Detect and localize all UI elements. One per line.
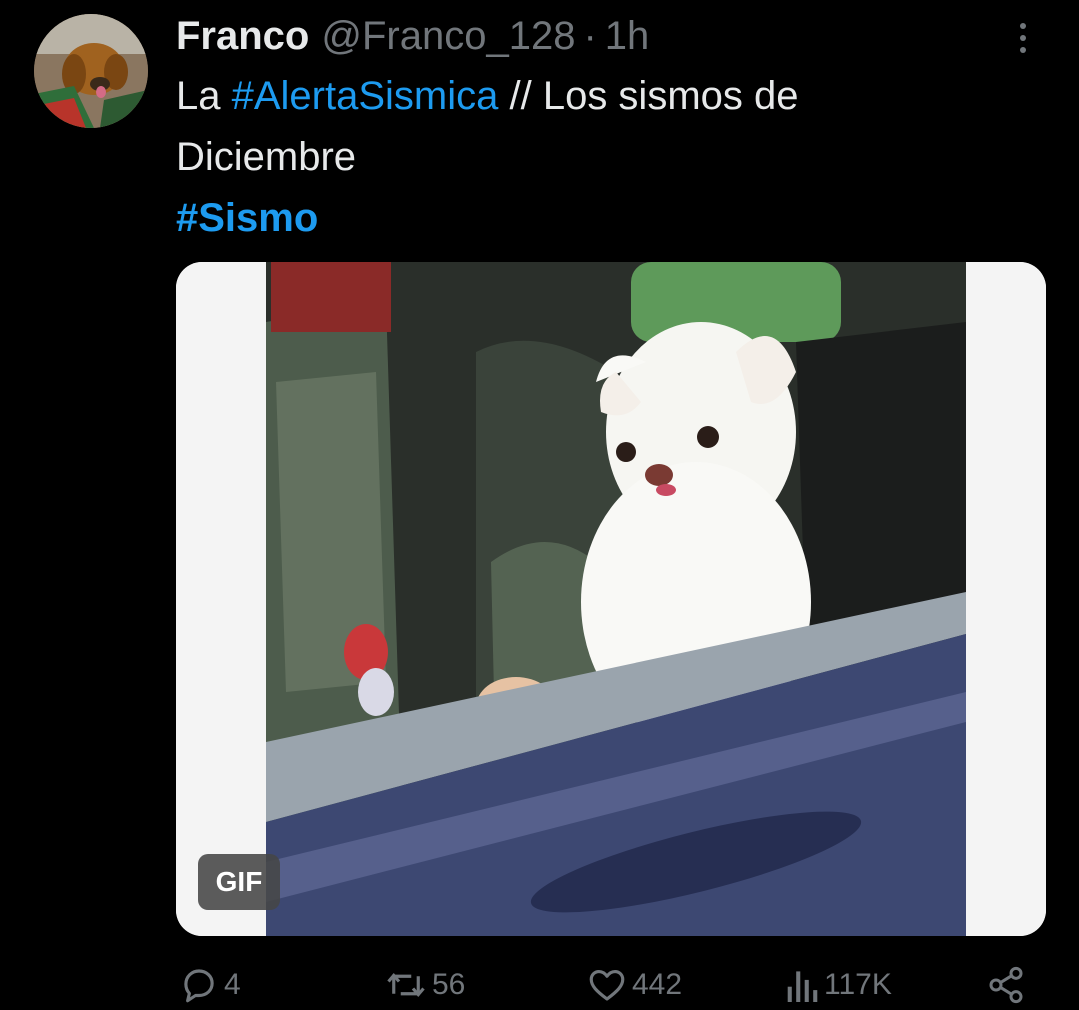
more-vertical-icon[interactable] (1010, 16, 1036, 60)
gif-badge: GIF (198, 854, 280, 910)
text-middle: // Los sismos de (498, 74, 799, 118)
hashtag-link[interactable]: #AlertaSismica (232, 74, 499, 118)
views-count: 117K (824, 968, 892, 1001)
share-button[interactable] (986, 960, 1026, 1010)
tweet-action-bar: 4 56 442 117K (0, 960, 1079, 1010)
tweet-text: La #AlertaSismica // Los sismos de Dicie… (176, 66, 1036, 249)
views-button[interactable]: 117K (786, 960, 892, 1010)
author-name[interactable]: Franco (176, 14, 309, 59)
author-handle[interactable]: @Franco_128 (321, 14, 575, 59)
header-separator: · (583, 13, 597, 58)
text-prefix: La (176, 74, 232, 118)
tweet-text-line-2: Diciembre (176, 135, 357, 179)
avatar-image (34, 14, 148, 128)
hashtag-link[interactable]: #Sismo (176, 196, 318, 240)
share-icon (989, 966, 1023, 1004)
reply-icon (184, 969, 214, 1003)
heart-icon (589, 969, 625, 1001)
tweet-timestamp[interactable]: 1h (605, 14, 650, 59)
like-button[interactable]: 442 (586, 960, 682, 1010)
reply-button[interactable]: 4 (178, 960, 241, 1010)
gif-frame-image (176, 262, 1046, 936)
tweet-header: Franco @Franco_128 · 1h (176, 10, 649, 62)
retweet-count: 56 (432, 968, 466, 1001)
tweet-media-gif[interactable]: GIF (176, 262, 1046, 936)
avatar[interactable] (34, 14, 148, 128)
like-count: 442 (632, 968, 683, 1001)
tweet-text-line-1: La #AlertaSismica // Los sismos de (176, 66, 1036, 127)
retweet-icon (387, 972, 425, 998)
tweet-text-line-3: #Sismo (176, 188, 1036, 249)
retweet-button[interactable]: 56 (384, 960, 465, 1010)
bar-chart-icon (787, 971, 818, 1002)
reply-count: 4 (224, 968, 241, 1001)
